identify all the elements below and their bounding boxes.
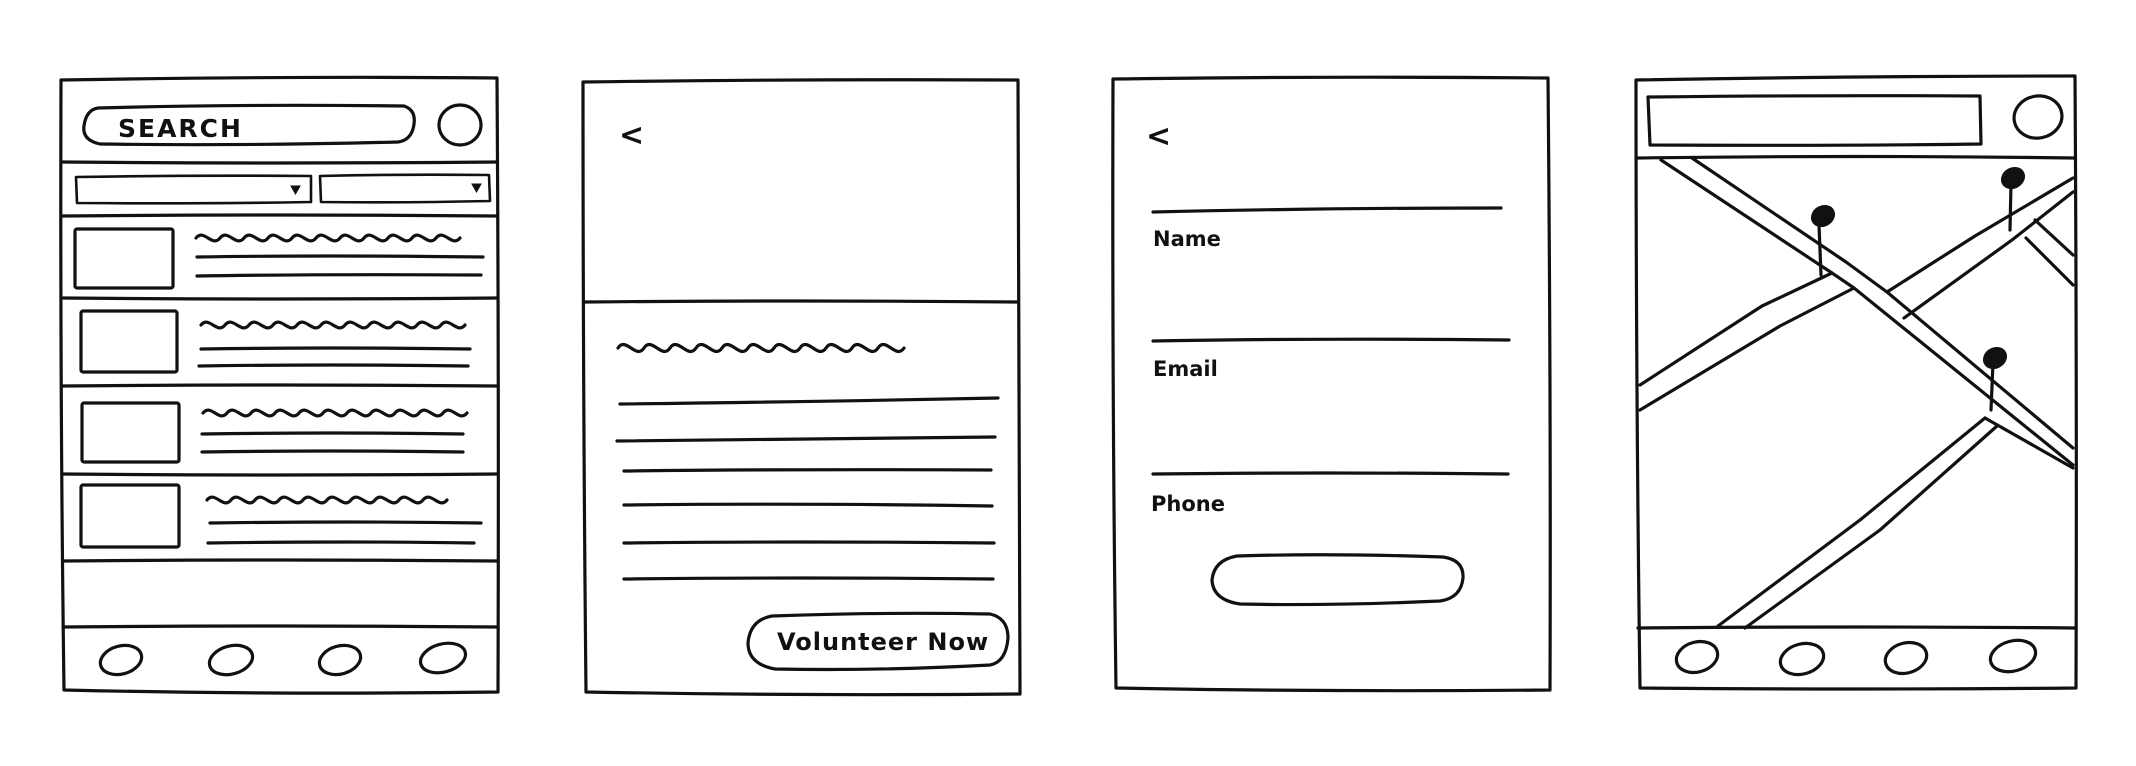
list-header-divider <box>61 160 499 165</box>
thumbnail-image <box>79 309 179 374</box>
item-text-line <box>208 520 483 525</box>
detail-text-line <box>615 435 997 443</box>
tab-bar-divider <box>61 624 499 629</box>
phone-input-line[interactable] <box>1151 471 1510 476</box>
email-field[interactable]: Email <box>1151 337 1511 381</box>
detail-text-line <box>622 576 995 581</box>
detail-text-line <box>622 502 994 508</box>
chevron-down-icon <box>471 183 482 194</box>
item-text-line <box>200 431 465 436</box>
detail-text-line <box>618 396 1000 406</box>
name-field-label: Name <box>1153 227 1221 251</box>
map-search-bar[interactable] <box>1646 94 1983 147</box>
filter-row-divider <box>61 213 499 218</box>
bottom-tab-bar <box>1673 636 2039 679</box>
filter-dropdown-right[interactable] <box>318 173 492 204</box>
map-road <box>2033 218 2075 257</box>
search-bar[interactable]: SEARCH <box>82 103 416 147</box>
map-pin-stem <box>1817 223 1823 277</box>
detail-text-line <box>622 540 996 545</box>
thumbnail-image <box>73 227 175 290</box>
list-screen: SEARCH <box>59 75 500 695</box>
tab-icon-4[interactable] <box>1987 636 2039 677</box>
map-road <box>1690 156 2075 450</box>
volunteer-button-label: Volunteer Now <box>777 628 989 656</box>
tab-icon-1[interactable] <box>1673 637 1721 677</box>
wireframe-canvas: SEARCH < Volunteer Now < Name Email Phon… <box>0 0 2136 766</box>
map-road <box>1983 416 2075 470</box>
map-pin-stem <box>2008 181 2013 232</box>
phone-field-label: Phone <box>1151 492 1225 516</box>
list-row-divider <box>61 383 499 388</box>
back-chevron-icon[interactable]: < <box>1146 119 1171 154</box>
item-title-squiggle <box>199 320 467 330</box>
filter-row <box>74 173 492 205</box>
item-title-squiggle <box>201 408 469 418</box>
back-chevron-icon[interactable]: < <box>619 118 644 153</box>
hero-image-divider <box>583 299 1020 304</box>
tab-icon-4[interactable] <box>417 639 469 678</box>
tab-bar-divider <box>1636 625 2076 630</box>
map-road <box>1638 271 1834 387</box>
item-text-line <box>195 273 483 278</box>
submit-button[interactable] <box>1210 553 1465 607</box>
form-screen: < Name Email Phone <box>1111 75 1552 693</box>
email-input-line[interactable] <box>1151 337 1511 343</box>
list-row-divider <box>61 296 499 301</box>
list-item[interactable] <box>79 483 483 549</box>
email-field-label: Email <box>1153 357 1218 381</box>
volunteer-now-button[interactable]: Volunteer Now <box>746 611 1010 672</box>
detail-text-line <box>622 468 993 473</box>
map-road <box>1902 190 2075 320</box>
tab-icon-3[interactable] <box>1882 638 1930 678</box>
tab-icon-1[interactable] <box>97 641 145 679</box>
item-text-line <box>199 346 472 351</box>
tab-icon-2[interactable] <box>1777 639 1827 679</box>
profile-circle[interactable] <box>2011 92 2066 142</box>
item-text-line <box>197 363 470 368</box>
map-pin-icon <box>2000 166 2026 190</box>
tab-icon-2[interactable] <box>206 641 256 679</box>
search-label: SEARCH <box>118 114 243 143</box>
item-title-squiggle <box>205 495 449 505</box>
map-pin-icon <box>1810 204 1836 228</box>
list-row-divider <box>61 558 499 563</box>
chevron-down-icon <box>290 185 301 196</box>
map-view[interactable] <box>1638 156 2075 630</box>
bottom-tab-bar <box>97 639 469 679</box>
profile-circle[interactable] <box>437 103 483 147</box>
name-input-line[interactable] <box>1151 206 1503 214</box>
filter-dropdown-left[interactable] <box>74 174 313 205</box>
item-text-line <box>206 540 476 545</box>
form-screen-frame <box>1111 75 1552 693</box>
map-road <box>1743 424 1999 630</box>
map-road <box>1638 286 1856 412</box>
item-title-squiggle <box>194 233 462 243</box>
name-field[interactable]: Name <box>1151 206 1503 251</box>
thumbnail-image <box>79 483 181 549</box>
list-row-divider <box>61 472 499 477</box>
phone-field[interactable]: Phone <box>1151 471 1510 516</box>
list-item[interactable] <box>79 309 472 374</box>
map-pin-stem <box>1989 361 1995 412</box>
detail-screen: < Volunteer Now <box>581 78 1022 697</box>
map-header-divider <box>1636 154 2076 160</box>
tab-icon-3[interactable] <box>316 641 364 679</box>
thumbnail-image <box>80 401 181 464</box>
item-text-line <box>195 254 485 259</box>
detail-screen-frame <box>581 78 1022 697</box>
map-pin-icon <box>1982 346 2008 370</box>
item-text-line <box>200 449 465 454</box>
map-road <box>1885 176 2075 294</box>
detail-title-squiggle <box>616 343 906 353</box>
map-screen <box>1634 74 2078 691</box>
wireframe-sketch: SEARCH < Volunteer Now < Name Email Phon… <box>59 74 2078 697</box>
map-road <box>1716 416 1987 628</box>
list-item[interactable] <box>73 227 485 290</box>
list-item[interactable] <box>80 401 469 464</box>
map-road <box>2024 236 2075 287</box>
